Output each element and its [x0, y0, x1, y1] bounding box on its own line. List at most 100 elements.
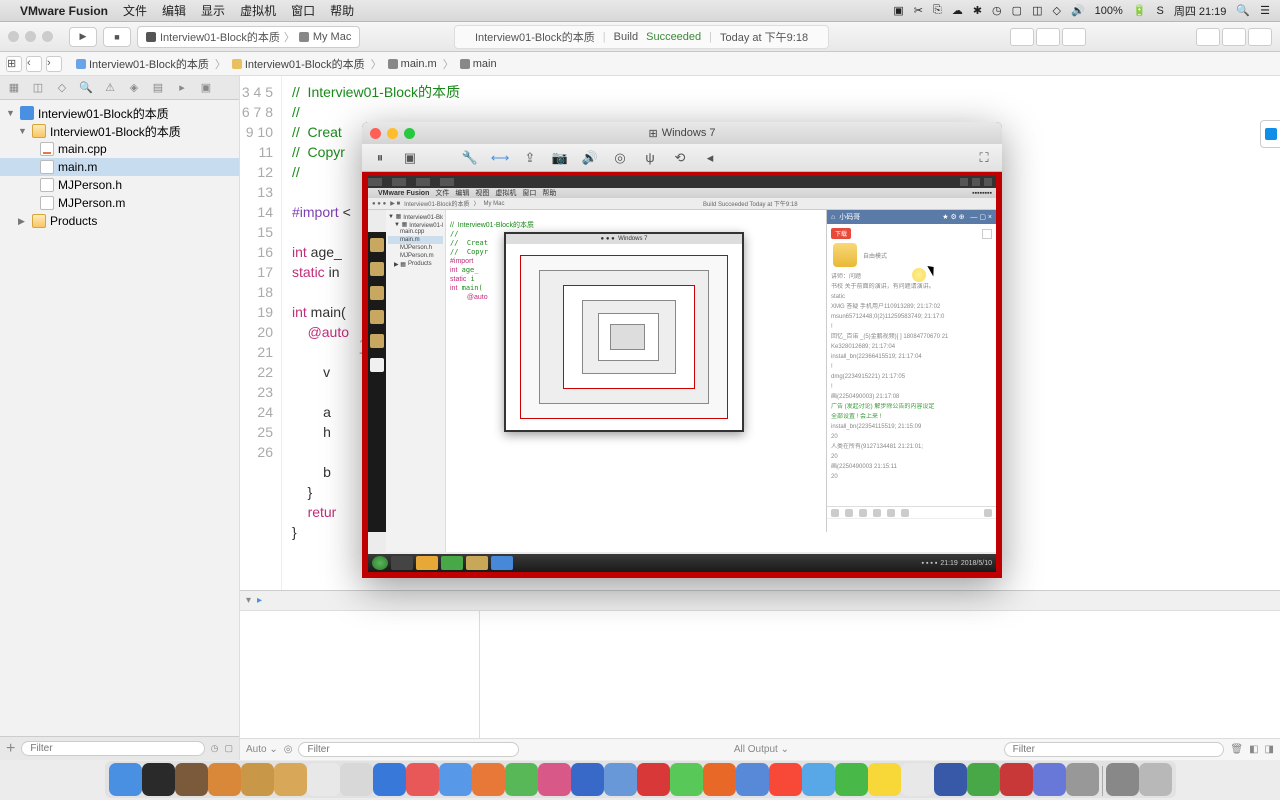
stop-button[interactable]: ■ — [103, 27, 131, 47]
vm-network-icon[interactable]: ⟲ — [670, 148, 690, 168]
navigator-toggle[interactable] — [1196, 28, 1220, 46]
trash-icon[interactable]: 🗑 — [1230, 744, 1243, 755]
scm-filter-icon[interactable]: ▢ — [224, 743, 233, 754]
vm-resize-icon[interactable]: ⟷ — [490, 148, 510, 168]
assistant-editor-button[interactable] — [1036, 28, 1060, 46]
variables-view[interactable] — [240, 611, 480, 738]
dock-app-icon[interactable] — [538, 763, 571, 796]
vm-close-icon[interactable] — [370, 128, 381, 139]
screen-rec-icon[interactable]: ▣ — [893, 4, 903, 17]
spotlight-icon[interactable]: 🔍 — [1236, 4, 1250, 17]
eye-icon[interactable]: ◎ — [284, 744, 293, 755]
dock-app-icon[interactable] — [1106, 763, 1139, 796]
right-pane-icon[interactable]: ◨ — [1265, 744, 1274, 755]
tree-file-main-m[interactable]: main.m — [0, 158, 239, 176]
vm-content[interactable]: VMware Fusion 文件 编辑 视图 虚拟机 窗口 帮助 ▪▪▪▪▪▪▪… — [362, 172, 1002, 578]
vm-zoom-icon[interactable] — [404, 128, 415, 139]
auto-icon[interactable]: Auto ⌄ — [246, 744, 278, 755]
vm-collapse-icon[interactable]: ◂ — [700, 148, 720, 168]
menu-view[interactable]: 显示 — [201, 2, 225, 19]
taskbar-item[interactable] — [491, 556, 513, 570]
vm-share-icon[interactable]: ⇪ — [520, 148, 540, 168]
tree-project[interactable]: ▼Interview01-Block的本质 — [0, 104, 239, 122]
source-nav-icon[interactable]: ◫ — [30, 80, 46, 96]
dock-app-icon[interactable] — [571, 763, 604, 796]
vmware-titlebar[interactable]: ⊞Windows 7 — [362, 122, 1002, 144]
output-selector[interactable]: All Output ⌄ — [734, 744, 789, 755]
dock-app-icon[interactable] — [901, 763, 934, 796]
tree-file-person-h[interactable]: MJPerson.h — [0, 176, 239, 194]
left-pane-icon[interactable]: ◧ — [1249, 744, 1258, 755]
dock-app-icon[interactable] — [934, 763, 967, 796]
debug-hide-icon[interactable]: ▾ — [246, 595, 251, 606]
tv-side-icon[interactable] — [370, 358, 384, 372]
wifi-icon[interactable]: ◇ — [1052, 4, 1060, 17]
dock-app-icon[interactable] — [1033, 763, 1066, 796]
tree-group[interactable]: ▼Interview01-Block的本质 — [0, 122, 239, 140]
taskbar-item[interactable] — [391, 556, 413, 570]
tree-file-cpp[interactable]: main.cpp — [0, 140, 239, 158]
menu-edit[interactable]: 编辑 — [162, 2, 186, 19]
dock-app-icon[interactable] — [835, 763, 868, 796]
dock-app-icon[interactable] — [505, 763, 538, 796]
console-view[interactable] — [480, 611, 1280, 738]
standard-editor-button[interactable] — [1010, 28, 1034, 46]
chat-body[interactable]: 下载 自由模式 讲师：问题书校 关于前面的演讲，有问题请演讲。staticXMG… — [827, 224, 996, 487]
breakpoint-nav-icon[interactable]: ▸ — [174, 80, 190, 96]
debug-nav-icon[interactable]: ▤ — [150, 80, 166, 96]
dock-app-icon[interactable] — [703, 763, 736, 796]
ext-icon[interactable]: ◫ — [1032, 4, 1042, 17]
debug-continue-icon[interactable]: ▸ — [257, 595, 262, 606]
volume-icon[interactable]: 🔊 — [1071, 4, 1085, 17]
system-tray[interactable]: ▪ ▪ ▪ ▪ 21:19 2018/5/10 — [922, 560, 992, 567]
vm-camera-icon[interactable]: 📷 — [550, 148, 570, 168]
tv-side-icon[interactable] — [370, 238, 384, 252]
recent-filter-icon[interactable]: ◷ — [211, 743, 219, 754]
dock-app-icon[interactable] — [604, 763, 637, 796]
tree-products[interactable]: ▶Products — [0, 212, 239, 230]
menu-window[interactable]: 窗口 — [291, 2, 315, 19]
tree-file-person-m[interactable]: MJPerson.m — [0, 194, 239, 212]
dock-app-icon[interactable] — [340, 763, 373, 796]
dock-app-icon[interactable] — [274, 763, 307, 796]
app-name[interactable]: VMware Fusion — [20, 4, 108, 18]
minimize-icon[interactable] — [25, 31, 36, 42]
console-filter[interactable] — [1004, 742, 1225, 757]
dock-app-icon[interactable] — [307, 763, 340, 796]
vm-fullscreen-icon[interactable]: ⛶ — [974, 148, 994, 168]
crumb-symbol[interactable]: main — [460, 58, 497, 70]
find-nav-icon[interactable]: 🔍 — [78, 80, 94, 96]
display-icon[interactable]: ▢ — [1012, 4, 1022, 17]
cloud-icon[interactable]: ☁ — [952, 4, 963, 17]
tv-side-icon[interactable] — [370, 334, 384, 348]
dock-app-icon[interactable] — [142, 763, 175, 796]
vm-disc-icon[interactable]: ◎ — [610, 148, 630, 168]
notification-icon[interactable]: ☰ — [1260, 4, 1270, 17]
tv-side-icon[interactable] — [370, 286, 384, 300]
dock-app-icon[interactable] — [1000, 763, 1033, 796]
vars-filter[interactable] — [298, 742, 519, 757]
dock-app-icon[interactable] — [637, 763, 670, 796]
dock-app-icon[interactable] — [1066, 763, 1099, 796]
windows-taskbar[interactable]: ▪ ▪ ▪ ▪ 21:19 2018/5/10 — [368, 554, 996, 572]
report-nav-icon[interactable]: ▣ — [198, 80, 214, 96]
dock-app-icon[interactable] — [208, 763, 241, 796]
dock-app-icon[interactable] — [802, 763, 835, 796]
vm-sound-icon[interactable]: 🔊 — [580, 148, 600, 168]
dock-inner[interactable] — [105, 761, 1176, 798]
chat-header[interactable]: ⌂小码哥 ★ ⚙ ⊕ — ▢ × — [827, 210, 996, 224]
dock-app-icon[interactable] — [967, 763, 1000, 796]
vm-settings-icon[interactable]: 🔧 — [460, 148, 480, 168]
dock-app-icon[interactable] — [373, 763, 406, 796]
test-nav-icon[interactable]: ◈ — [126, 80, 142, 96]
project-nav-icon[interactable]: ▦ — [6, 80, 22, 96]
scissors-icon[interactable]: ✂ — [914, 4, 923, 17]
taskbar-item[interactable] — [416, 556, 438, 570]
dock-app-icon[interactable] — [109, 763, 142, 796]
dock-app-icon[interactable] — [241, 763, 274, 796]
dock-app-icon[interactable] — [472, 763, 505, 796]
inspector-toggle[interactable] — [1248, 28, 1272, 46]
scheme-selector[interactable]: Interview01-Block的本质 〉 My Mac — [137, 26, 360, 48]
vm-pause-icon[interactable]: ⏸ — [370, 148, 390, 168]
dock-app-icon[interactable] — [406, 763, 439, 796]
